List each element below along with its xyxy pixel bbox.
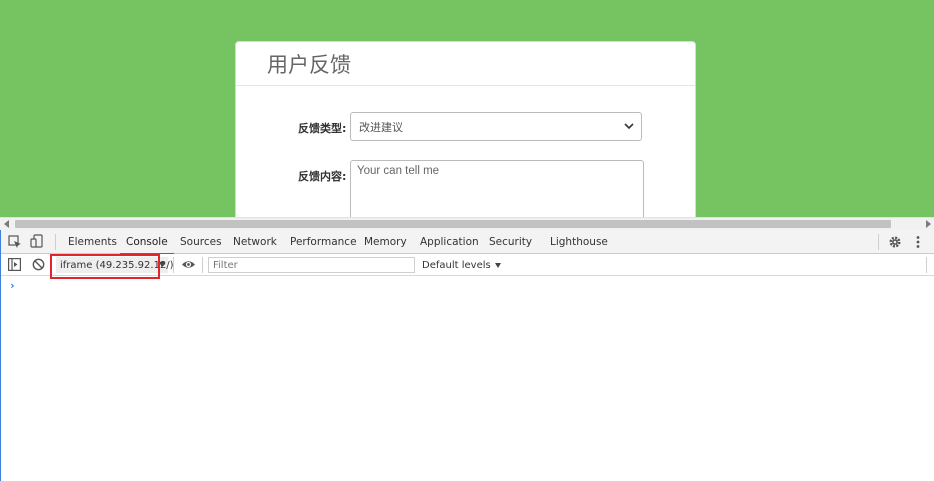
scroll-right-icon[interactable]: [926, 220, 931, 228]
tab-lighthouse[interactable]: Lighthouse: [550, 230, 608, 254]
tab-memory[interactable]: Memory: [364, 230, 407, 254]
screen: 用户反馈 反馈类型: 改进建议 反馈内容: Your can tell me E…: [0, 0, 934, 481]
feedback-type-value: 改进建议: [359, 120, 403, 134]
toolbar-divider: [173, 257, 174, 273]
log-levels-label: Default levels: [422, 259, 491, 271]
clear-console-icon[interactable]: [32, 258, 45, 271]
settings-gear-icon[interactable]: [888, 235, 902, 249]
dropdown-arrow-icon: [494, 262, 501, 268]
toolbar-divider: [55, 234, 56, 250]
devtools-tabbar: Elements Console Sources Network Perform…: [1, 230, 934, 255]
annotation-highlight-box: [50, 254, 160, 279]
toolbar-divider: [878, 234, 879, 250]
filter-placeholder: Filter: [213, 259, 238, 271]
feedback-type-label: 反馈类型:: [298, 122, 347, 135]
console-prompt[interactable]: ›: [9, 279, 16, 292]
more-vert-icon[interactable]: [914, 235, 922, 249]
inspect-element-icon[interactable]: [8, 235, 22, 249]
toolbar-divider: [202, 257, 203, 273]
scroll-left-icon[interactable]: [4, 220, 9, 228]
scrollbar-thumb[interactable]: [15, 220, 891, 228]
tab-sources[interactable]: Sources: [180, 230, 222, 254]
console-output[interactable]: ›: [1, 277, 934, 481]
tab-elements[interactable]: Elements: [68, 230, 117, 254]
filter-input[interactable]: Filter: [208, 257, 415, 273]
device-toolbar-icon[interactable]: [30, 234, 44, 249]
webpage-viewport: 用户反馈 反馈类型: 改进建议 反馈内容: Your can tell me: [0, 0, 934, 217]
toolbar-divider: [926, 257, 927, 273]
tab-security[interactable]: Security: [489, 230, 532, 254]
panel-title: 用户反馈: [267, 52, 351, 77]
eye-icon[interactable]: [181, 258, 196, 271]
feedback-content-label: 反馈内容:: [298, 170, 347, 183]
tab-network[interactable]: Network: [233, 230, 277, 254]
panel-header: 用户反馈: [236, 42, 695, 86]
log-levels-dropdown[interactable]: Default levels: [422, 257, 501, 273]
sidebar-toggle-icon[interactable]: [8, 258, 21, 271]
tab-performance[interactable]: Performance: [290, 230, 357, 254]
tab-console[interactable]: Console: [120, 230, 174, 255]
horizontal-scrollbar[interactable]: [0, 217, 934, 230]
feedback-type-select[interactable]: 改进建议: [350, 112, 642, 141]
feedback-panel: 用户反馈 反馈类型: 改进建议 反馈内容: Your can tell me: [235, 41, 696, 217]
feedback-content-placeholder: Your can tell me: [357, 165, 440, 177]
tab-application[interactable]: Application: [420, 230, 479, 254]
chevron-down-icon: [624, 123, 634, 130]
feedback-content-textarea[interactable]: Your can tell me: [350, 160, 644, 217]
